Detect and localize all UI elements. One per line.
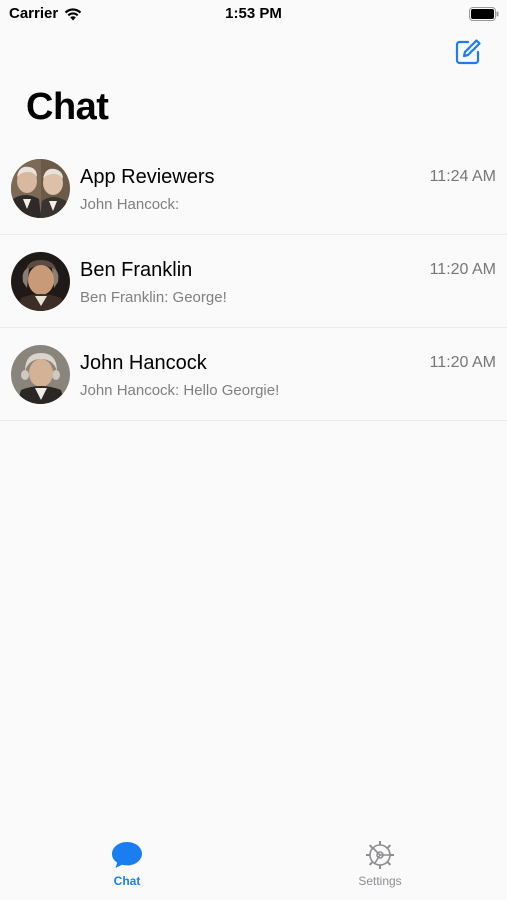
- gear-icon: [366, 841, 394, 869]
- chat-preview: John Hancock:: [80, 196, 180, 213]
- status-time: 1:53 PM: [225, 5, 282, 22]
- chat-preview: John Hancock: Hello Georgie!: [80, 382, 280, 399]
- chat-list: App Reviewers 11:24 AM John Hancock: Ben…: [0, 142, 507, 421]
- chat-name: John Hancock: [80, 352, 207, 374]
- chat-time: 11:20 AM: [429, 261, 496, 278]
- hancock-portrait-avatar: [11, 345, 70, 404]
- chat-time: 11:24 AM: [429, 168, 496, 185]
- chat-name: Ben Franklin: [80, 259, 193, 281]
- chat-screen: Carrier 1:53 PM Chat App Reviewers 11:24…: [0, 0, 507, 900]
- status-bar: Carrier 1:53 PM: [0, 0, 507, 28]
- chat-row-john-hancock[interactable]: John Hancock 11:20 AM John Hancock: Hell…: [0, 328, 507, 421]
- battery-icon: [469, 7, 499, 21]
- compose-button[interactable]: [454, 38, 482, 66]
- speech-bubble-icon: [112, 842, 142, 868]
- chat-row-ben-franklin[interactable]: Ben Franklin 11:20 AM Ben Franklin: Geor…: [0, 235, 507, 328]
- page-title: Chat: [26, 86, 109, 128]
- tab-settings[interactable]: Settings: [320, 840, 440, 896]
- group-portrait-avatar: [11, 159, 70, 218]
- chat-name: App Reviewers: [80, 166, 215, 188]
- chat-time: 11:20 AM: [429, 354, 496, 371]
- chat-row-app-reviewers[interactable]: App Reviewers 11:24 AM John Hancock:: [0, 142, 507, 235]
- tab-chat[interactable]: Chat: [67, 840, 187, 896]
- compose-icon: [455, 39, 481, 65]
- tab-label: Settings: [358, 874, 402, 888]
- tab-label: Chat: [113, 874, 141, 888]
- franklin-portrait-avatar: [11, 252, 70, 311]
- tab-bar: Chat Settings: [0, 836, 507, 900]
- chat-preview: Ben Franklin: George!: [80, 289, 227, 306]
